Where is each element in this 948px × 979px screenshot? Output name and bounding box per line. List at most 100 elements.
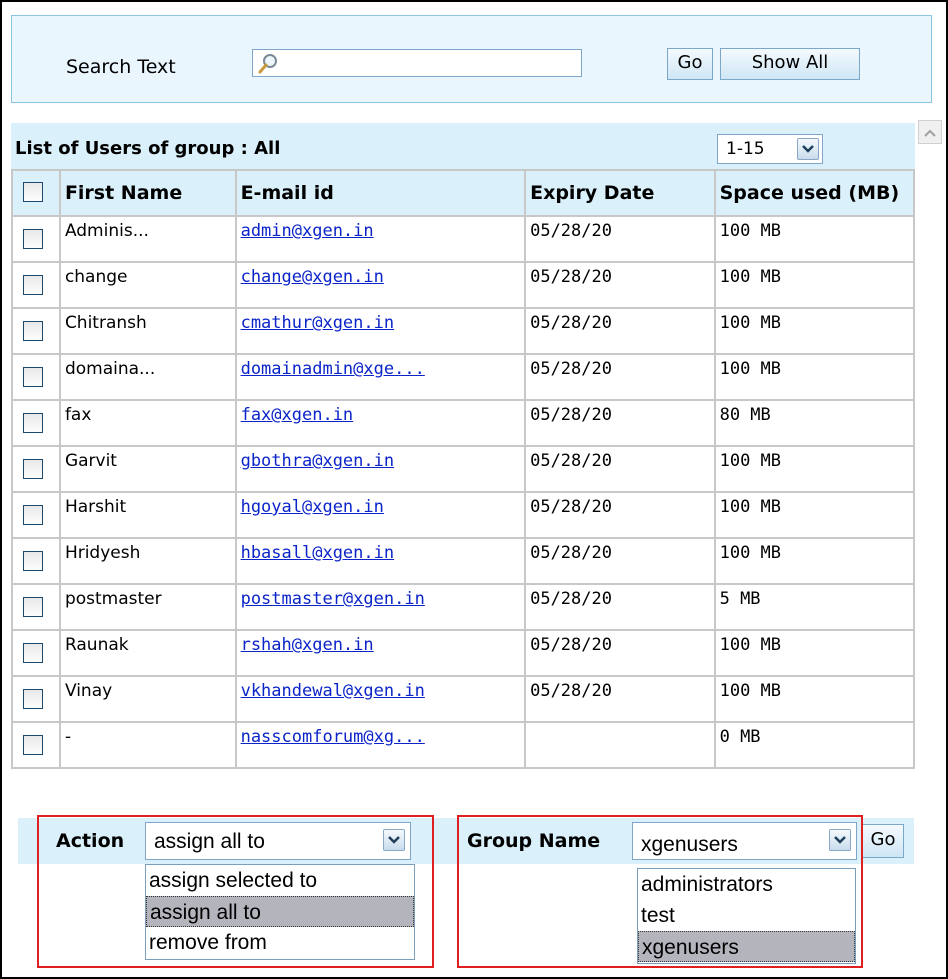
search-go-button[interactable]: Go [667,48,713,80]
row-checkbox[interactable] [23,735,43,755]
space-used-cell: 80 MB [713,399,916,447]
space-used-cell: 100 MB [713,353,916,401]
row-checkbox-cell [11,491,61,539]
chevron-down-icon[interactable] [797,138,819,160]
space-used-cell: 100 MB [713,215,916,263]
space-used-cell: 0 MB [713,721,916,769]
expiry-date-cell: 05/28/20 [524,537,716,585]
space-used-cell: 100 MB [713,445,916,493]
users-table: First Name E-mail id Expiry Date Space u… [11,169,916,769]
row-checkbox[interactable] [23,643,43,663]
table-row: domaina... domainadmin@xge... 05/28/20 100 … [11,353,916,401]
email-cell: domainadmin@xge... [234,353,527,401]
row-checkbox-cell [11,215,61,263]
row-checkbox-cell [11,353,61,401]
expiry-date-cell: 05/28/20 [524,445,716,493]
email-link[interactable]: postmaster@xgen.in [241,589,425,609]
first-name-cell: Vinay [58,675,237,723]
space-used-cell: 100 MB [713,491,916,539]
table-row: postmaster postmaster@xgen.in 05/28/20 5 MB [11,583,916,631]
space-used-cell: 100 MB [713,537,916,585]
expiry-date-cell: 05/28/20 [524,399,716,447]
row-checkbox-cell [11,629,61,677]
email-cell: rshah@xgen.in [234,629,527,677]
row-checkbox[interactable] [23,367,43,387]
email-link[interactable]: change@xgen.in [241,267,384,287]
header-expiry-date[interactable]: Expiry Date [524,169,716,217]
row-checkbox-cell [11,445,61,493]
header-email[interactable]: E-mail id [234,169,527,217]
row-checkbox-cell [11,675,61,723]
row-checkbox-cell [11,721,61,769]
search-icon [257,53,279,79]
table-row: Harshit hgoyal@xgen.in 05/28/20 100 MB [11,491,916,539]
row-checkbox[interactable] [23,229,43,249]
table-row: fax fax@xgen.in 05/28/20 80 MB [11,399,916,447]
email-link[interactable]: hbasall@xgen.in [241,543,395,563]
user-list: List of Users of group : All 1-15 First … [11,120,916,820]
first-name-cell: Hridyesh [58,537,237,585]
space-used-cell: 5 MB [713,583,916,631]
email-link[interactable]: domainadmin@xge... [241,359,425,379]
expiry-date-cell [524,721,716,769]
row-checkbox[interactable] [23,459,43,479]
email-cell: cmathur@xgen.in [234,307,527,355]
row-checkbox[interactable] [23,597,43,617]
action-highlight-box [37,815,434,968]
row-checkbox[interactable] [23,551,43,571]
expiry-date-cell: 05/28/20 [524,675,716,723]
expiry-date-cell: 05/28/20 [524,307,716,355]
row-checkbox[interactable] [23,505,43,525]
email-cell: gbothra@xgen.in [234,445,527,493]
assign-go-button[interactable]: Go [862,824,904,858]
email-link[interactable]: rshah@xgen.in [241,635,374,655]
expiry-date-cell: 05/28/20 [524,215,716,263]
email-link[interactable]: hgoyal@xgen.in [241,497,384,517]
first-name-cell: Harshit [58,491,237,539]
list-title: List of Users of group : All [15,138,281,159]
row-checkbox[interactable] [23,413,43,433]
email-cell: nasscomforum@xg... [234,721,527,769]
email-link[interactable]: nasscomforum@xg... [241,727,425,747]
email-link[interactable]: gbothra@xgen.in [241,451,395,471]
email-cell: hgoyal@xgen.in [234,491,527,539]
email-link[interactable]: admin@xgen.in [241,221,374,241]
expiry-date-cell: 05/28/20 [524,353,716,401]
row-checkbox[interactable] [23,275,43,295]
table-header-row: First Name E-mail id Expiry Date Space u… [11,169,916,217]
row-checkbox-cell [11,261,61,309]
page-range-select[interactable]: 1-15 [717,134,823,164]
row-checkbox[interactable] [23,321,43,341]
first-name-cell: fax [58,399,237,447]
first-name-cell: Chitransh [58,307,237,355]
email-cell: change@xgen.in [234,261,527,309]
first-name-cell: domaina... [58,353,237,401]
first-name-cell: change [58,261,237,309]
email-link[interactable]: cmathur@xgen.in [241,313,395,333]
select-all-cell [11,169,61,217]
show-all-button[interactable]: Show All [720,48,860,80]
search-text-field[interactable] [283,52,577,76]
select-all-checkbox[interactable] [23,181,43,202]
first-name-cell: postmaster [58,583,237,631]
table-row: change change@xgen.in 05/28/20 100 MB [11,261,916,309]
email-cell: hbasall@xgen.in [234,537,527,585]
scroll-up-button[interactable] [918,120,942,144]
first-name-cell: Raunak [58,629,237,677]
header-space-used[interactable]: Space used (MB) [713,169,916,217]
table-row: Adminis... admin@xgen.in 05/28/20 100 MB [11,215,916,263]
row-checkbox-cell [11,537,61,585]
email-link[interactable]: vkhandewal@xgen.in [241,681,425,701]
header-first-name[interactable]: First Name [58,169,237,217]
group-highlight-box [457,815,863,968]
email-link[interactable]: fax@xgen.in [241,405,354,425]
row-checkbox[interactable] [23,689,43,709]
row-checkbox-cell [11,307,61,355]
email-cell: postmaster@xgen.in [234,583,527,631]
search-input[interactable] [252,49,582,77]
expiry-date-cell: 05/28/20 [524,583,716,631]
space-used-cell: 100 MB [713,307,916,355]
first-name-cell: - [58,721,237,769]
page-range-value: 1-15 [726,139,765,159]
list-header-bar: List of Users of group : All 1-15 [11,123,915,169]
